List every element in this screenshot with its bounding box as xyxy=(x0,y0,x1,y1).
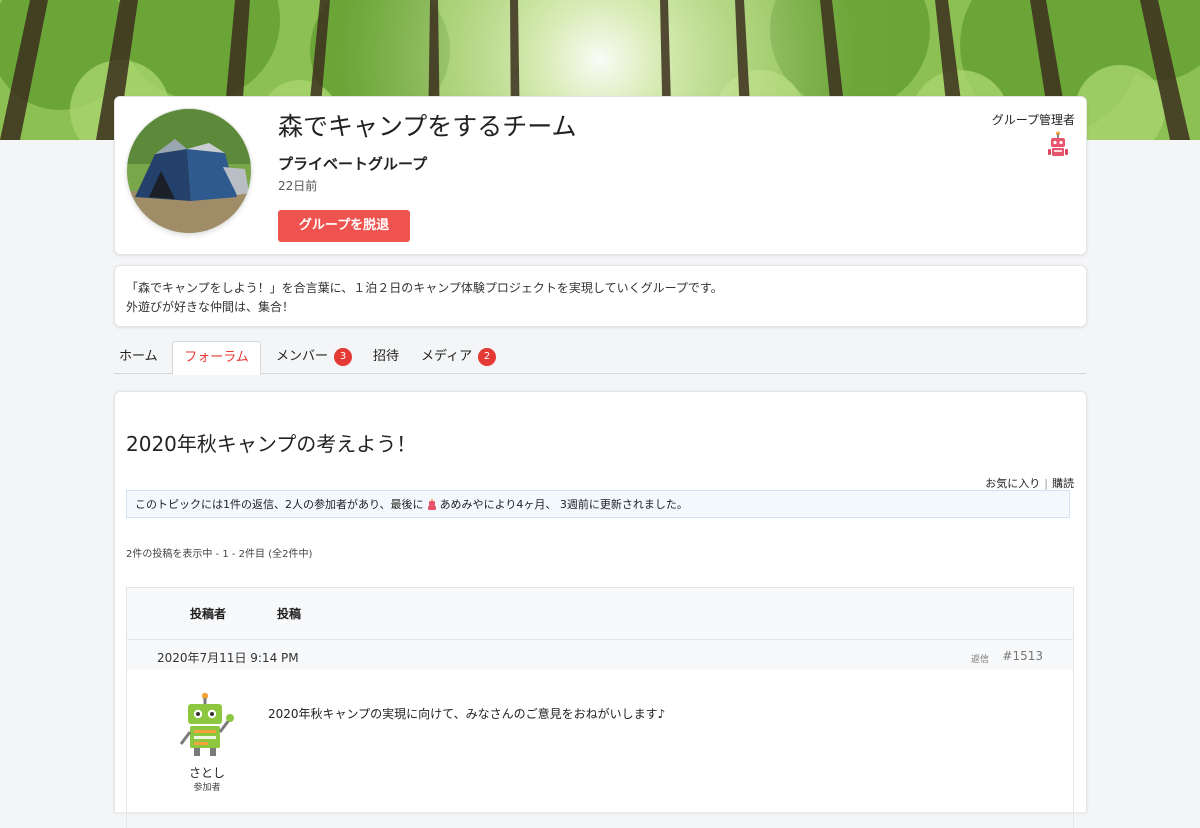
media-count-badge: 2 xyxy=(478,348,497,366)
author-role: 参加者 xyxy=(193,783,221,793)
action-separator: | xyxy=(1044,477,1048,490)
author-robot-avatar-icon[interactable] xyxy=(177,692,237,760)
group-admin-label: グループ管理者 xyxy=(991,113,1075,127)
description-line-1: 「森でキャンプをしよう！」を合言葉に、１泊２日のキャンプ体験プロジェクトを実現し… xyxy=(126,281,723,295)
topic-title: 2020年秋キャンプの考えよう！ xyxy=(126,432,417,456)
post-count-text: 2件の投稿を表示中 - 1 - 2件目 (全2件中) xyxy=(126,549,313,560)
post-table-header: 投稿者 投稿 xyxy=(127,588,1073,640)
admin-robot-avatar-icon[interactable] xyxy=(1046,131,1070,159)
tab-invite[interactable]: 招待 xyxy=(373,341,399,373)
group-age: 22日前 xyxy=(278,179,318,193)
subscribe-link[interactable]: 購読 xyxy=(1052,477,1074,490)
post-permalink[interactable]: #1513 xyxy=(1002,649,1043,663)
tent-photo-icon xyxy=(127,109,251,233)
reply-link[interactable]: 返信 xyxy=(971,652,989,665)
leave-group-button[interactable]: グループを脱退 xyxy=(278,210,410,242)
topic-actions: お気に入り | 購読 xyxy=(985,475,1074,491)
last-updated-user-link[interactable]: あめみや xyxy=(440,498,484,511)
user-mini-avatar-icon[interactable] xyxy=(426,499,438,511)
tab-media[interactable]: メディア 2 xyxy=(421,341,497,373)
group-title: 森でキャンプをするチーム xyxy=(278,112,577,141)
forum-topic-card: 2020年秋キャンプの考えよう！ お気に入り | 購読 このトピックには1件の返信、… xyxy=(114,391,1087,828)
group-avatar[interactable] xyxy=(127,109,251,233)
group-header-card: 森でキャンプをするチーム プライベートグループ 22日前 グループを脱退 グルー… xyxy=(114,96,1087,255)
post-date: 2020年7月11日 9:14 PM xyxy=(157,651,299,665)
tab-forum[interactable]: フォーラム xyxy=(172,341,261,375)
favorite-link[interactable]: お気に入り xyxy=(985,477,1040,490)
topic-info-notice: このトピックには1件の返信、2人の参加者があり、最後に あめみやにより4ヶ月、 3… xyxy=(126,490,1070,518)
column-author: 投稿者 xyxy=(190,607,227,621)
tab-home[interactable]: ホーム xyxy=(119,341,158,373)
group-description-card: 「森でキャンプをしよう！」を合言葉に、１泊２日のキャンプ体験プロジェクトを実現し… xyxy=(114,265,1087,327)
group-type: プライベートグループ xyxy=(278,155,428,173)
description-line-2: 外遊びが好きな仲間は、集合！ xyxy=(126,300,295,314)
post-content: 2020年秋キャンプの実現に向けて、みなさんのご意見をおねがいします♪ xyxy=(268,707,666,721)
group-nav-tabs: ホーム フォーラム メンバー 3 招待 メディア 2 xyxy=(114,341,1086,375)
column-post: 投稿 xyxy=(277,607,302,621)
post-meta-row: 2020年7月11日 9:14 PM 返信 #1513 xyxy=(127,640,1073,670)
post-table: 投稿者 投稿 2020年7月11日 9:14 PM 返信 #1513 さとし 参… xyxy=(126,587,1074,828)
author-name-link[interactable]: さとし xyxy=(177,764,237,781)
members-count-badge: 3 xyxy=(334,348,353,366)
tab-members[interactable]: メンバー 3 xyxy=(276,341,353,373)
